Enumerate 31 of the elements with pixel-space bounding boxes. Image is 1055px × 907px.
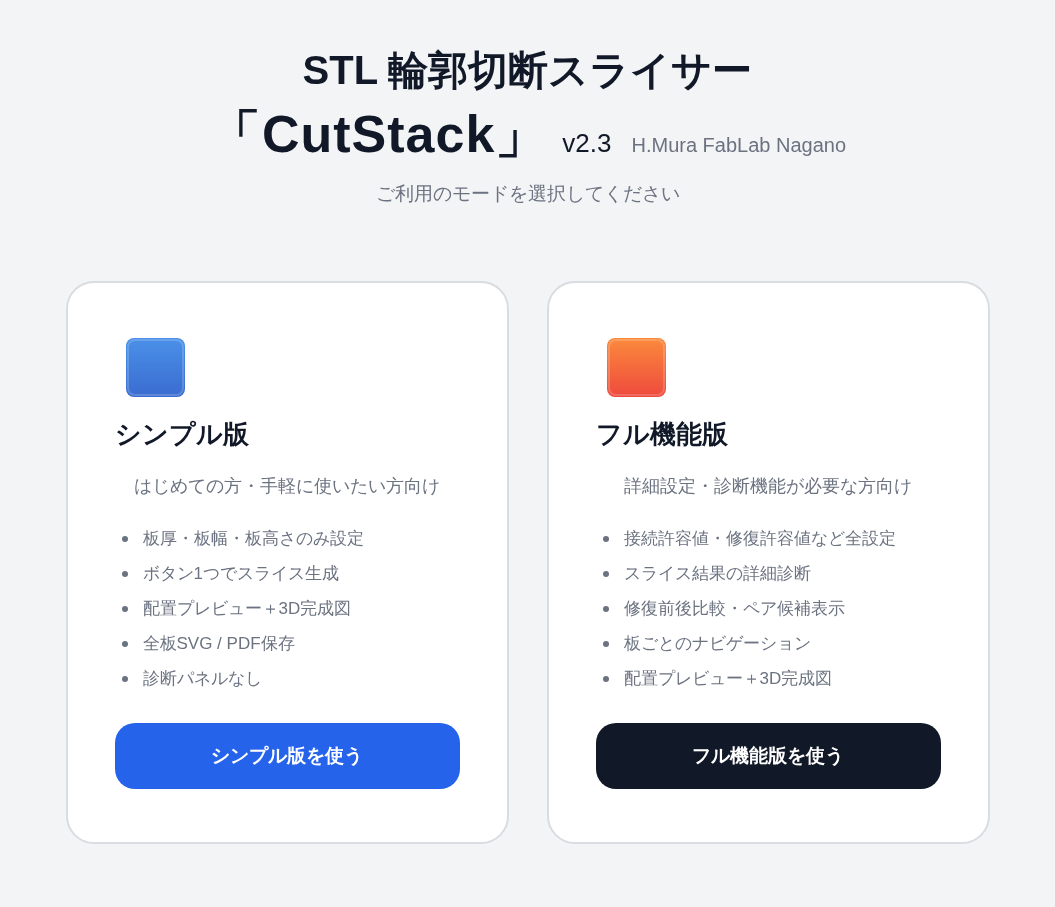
card-description: はじめての方・手軽に使いたい方向け [133, 475, 441, 498]
mode-button[interactable]: シンプル版を使う [114, 723, 460, 789]
bullet-icon [121, 640, 128, 647]
author-label: H.Mura FabLab Nagano [631, 133, 847, 158]
bullet-icon [602, 570, 609, 577]
feature-item: 板ごとのナビゲーション [623, 632, 811, 655]
feature-item: 板厚・板幅・板高さのみ設定 [142, 527, 364, 550]
feature-item: 診断パネルなし [142, 667, 262, 690]
bullet-icon [602, 535, 609, 542]
bullet-icon [121, 570, 128, 577]
bullet-icon [602, 640, 609, 647]
feature-item: スライス結果の詳細診断 [623, 562, 811, 585]
page-title: STL 輪郭切断スライサー [302, 47, 753, 94]
bullet-icon [121, 605, 128, 612]
bullet-icon [602, 675, 609, 682]
subtitle: ご利用のモードを選択してください [375, 182, 680, 206]
bullet-icon [602, 605, 609, 612]
feature-item: ボタン1つでスライス生成 [142, 562, 339, 585]
mode-button[interactable]: フル機能版を使う [595, 723, 941, 789]
card-title: シンプル版 [114, 418, 250, 451]
feature-item: 接続許容値・修復許容値など全設定 [623, 527, 896, 550]
version-label: v2.3 [562, 127, 612, 159]
card-title: フル機能版 [595, 418, 729, 451]
feature-item: 配置プレビュー＋3D完成図 [623, 667, 833, 690]
feature-item: 修復前後比較・ペア候補表示 [623, 597, 845, 620]
bullet-icon [121, 535, 128, 542]
app-name: 「CutStack」 [208, 104, 549, 165]
feature-item: 全板SVG / PDF保存 [142, 632, 295, 655]
bullet-icon [121, 675, 128, 682]
card-description: 詳細設定・診断機能が必要な方向け [623, 475, 913, 498]
feature-item: 配置プレビュー＋3D完成図 [142, 597, 352, 620]
